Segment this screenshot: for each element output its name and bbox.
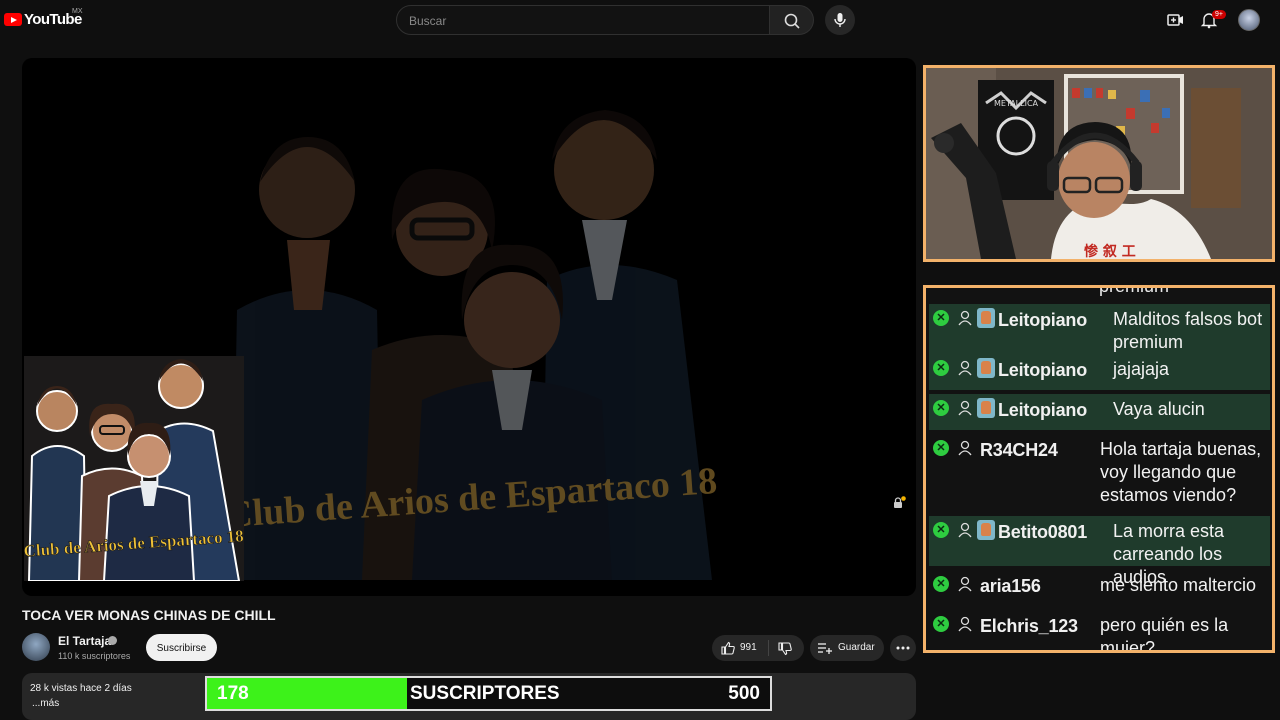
chat-message: ✕ Leitopiano Vaya alucin [929,394,1270,430]
goal-label: SUSCRIPTORES [410,683,560,704]
video-illustration: Club de Arios de Espartaco 18 [224,110,719,580]
user-avatar-icon [958,440,972,456]
video-player[interactable]: Club de Arios de Espartaco 18 Club de Ar… [22,58,916,596]
video-title: TOCA VER MONAS CHINAS DE CHILL [22,607,276,623]
live-chat-panel: premium ✕LeitopianoMalditos falsos bot p… [923,285,1275,653]
chat-message: ✕ Betito0801 La morra esta carreando los a… [929,516,1270,587]
user-avatar-icon [958,522,972,538]
mic-icon [834,13,846,27]
streamer-webcam: METALLICA 惨 叙 工 [923,65,1275,262]
thumbs-down-icon[interactable] [777,641,793,657]
verified-check-icon [108,636,117,645]
subscriber-badge-icon [977,308,995,328]
chat-message: ✕ Leitopiano jajajaja [929,354,1270,390]
create-video-icon[interactable] [1165,10,1185,30]
like-count: 991 [740,642,757,653]
youtube-logo[interactable]: YouTube MX [4,8,83,28]
subscriber-badge-icon [977,398,995,418]
moderator-badge-icon[interactable]: ✕ [933,576,949,592]
user-avatar-icon [958,576,972,592]
svg-text:惨 叙 工: 惨 叙 工 [1084,243,1136,259]
notification-badge: 9+ [1212,10,1226,19]
like-divider [768,640,769,656]
more-actions-button[interactable] [890,635,916,661]
youtube-play-icon [4,13,22,26]
user-avatar-icon [958,310,972,326]
chat-message-text: me siento maltercio [1100,575,1257,595]
channel-subscriber-count: 110 k suscriptores [58,651,131,661]
chat-username[interactable]: Leitopiano [998,400,1108,421]
chat-message-text: Malditos falsos bot premium [1113,309,1263,352]
moderator-badge-icon[interactable]: ✕ [933,616,949,632]
voice-search-button[interactable] [825,5,855,35]
search-button[interactable] [770,5,814,35]
channel-logo-overlay: Club de Arios de Espartaco 18 [24,356,244,581]
search-box [396,5,770,35]
channel-name[interactable]: El Tartaja [58,634,111,648]
moderator-badge-icon[interactable]: ✕ [933,400,949,416]
goal-current-count: 178 [217,683,249,704]
goal-target-count: 500 [728,683,760,704]
chat-message-text: Hola tartaja buenas, voy llegando que es… [1100,439,1262,505]
clipped-text: premium [1099,288,1169,297]
webcam-scene: METALLICA 惨 叙 工 [926,68,1272,259]
user-avatar-icon [958,360,972,376]
country-code: MX [72,8,83,15]
chat-clipped-message: premium [926,288,1272,302]
chat-username[interactable]: R34CH24 [980,440,1095,461]
thumbs-up-icon[interactable] [720,640,736,656]
chat-username[interactable]: Leitopiano [998,360,1108,381]
moderator-badge-icon[interactable]: ✕ [933,360,949,376]
search-input[interactable] [407,11,751,31]
more-horizontal-icon [896,646,910,650]
chat-username[interactable]: Betito0801 [998,522,1108,543]
playlist-add-icon [818,643,832,654]
moderator-badge-icon[interactable]: ✕ [933,522,949,538]
view-count-date: 28 k vistas hace 2 días [30,683,132,694]
chat-message: ✕ Elchris_123 pero quién es la mujer? [929,610,1270,650]
user-avatar-icon [958,616,972,632]
account-avatar[interactable] [1238,9,1260,31]
subscriber-badge-icon [977,520,995,540]
chat-message: ✕ aria156 me siento maltercio [929,570,1270,606]
chat-message: ✕ Leitopiano Malditos falsos bot premium [929,304,1270,354]
lock-icon [894,496,906,508]
chat-username[interactable]: Leitopiano [998,310,1108,331]
chat-message-text: jajajaja [1113,359,1170,379]
channel-avatar[interactable] [22,633,50,661]
chat-username[interactable]: aria156 [980,576,1095,597]
subscriber-goal-bar: 178 SUSCRIPTORES 500 [205,676,772,711]
moderator-badge-icon[interactable]: ✕ [933,310,949,326]
chat-message-text: Vaya alucin [1113,399,1205,419]
chat-username[interactable]: Elchris_123 [980,616,1095,637]
user-avatar-icon [958,400,972,416]
chat-message-text: pero quién es la mujer? [1100,615,1229,653]
subscribe-button[interactable]: Suscribirse [146,634,217,661]
svg-text:METALLICA: METALLICA [994,99,1039,108]
show-more-link[interactable]: ...más [32,698,59,709]
save-label: Guardar [838,642,875,653]
chat-message: ✕ R34CH24 Hola tartaja buenas, voy llegand… [929,434,1270,512]
moderator-badge-icon[interactable]: ✕ [933,440,949,456]
subscriber-badge-icon [977,358,995,378]
top-bar: YouTube MX 9+ [0,0,1280,40]
search-icon [784,13,800,29]
